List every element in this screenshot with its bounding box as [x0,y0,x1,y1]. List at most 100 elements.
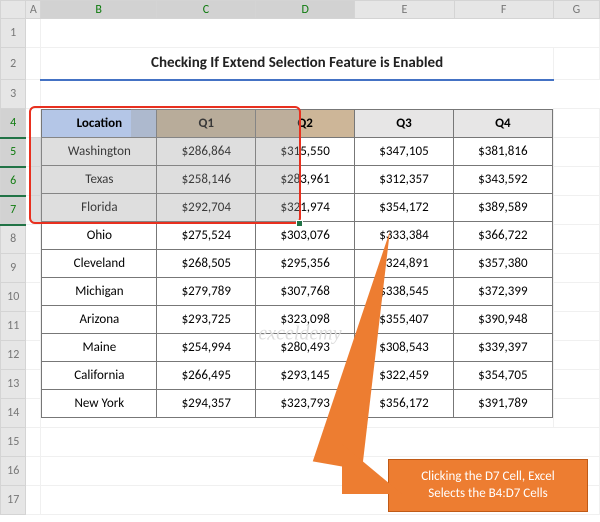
row-16[interactable]: 16 [1,457,26,486]
cell[interactable]: $372,399 [453,277,552,305]
cell[interactable]: $357,380 [453,249,552,277]
cell[interactable] [26,225,41,254]
title-cell[interactable]: Checking If Extend Selection Feature is … [41,48,553,80]
cell[interactable] [553,399,599,428]
row-2[interactable]: 2 [1,48,26,80]
cell[interactable]: $275,524 [157,221,256,249]
cell[interactable]: $391,789 [453,389,552,417]
cell[interactable] [26,196,41,225]
cell[interactable]: $307,768 [256,277,355,305]
cell[interactable]: Ohio [42,221,157,249]
header-q4[interactable]: Q4 [453,109,552,137]
row-10[interactable]: 10 [1,283,26,312]
cell[interactable] [553,341,599,370]
cell[interactable]: $292,704 [157,193,256,221]
cell[interactable]: $354,705 [453,361,552,389]
row-12[interactable]: 12 [1,341,26,370]
cell[interactable] [553,196,599,225]
row-1[interactable]: 1 [1,19,26,48]
col-G[interactable]: G [553,1,599,19]
cell[interactable] [553,48,599,80]
cell[interactable] [26,283,41,312]
cell[interactable] [553,138,599,167]
cell[interactable]: $366,722 [453,221,552,249]
cell[interactable]: Florida [42,193,157,221]
cell[interactable]: Cleveland [42,249,157,277]
row-3[interactable]: 3 [1,80,26,109]
cell[interactable] [26,486,41,515]
cell[interactable]: $286,864 [157,137,256,165]
cell[interactable]: $354,172 [355,193,454,221]
header-q3[interactable]: Q3 [355,109,454,137]
spreadsheet-grid[interactable]: A B C D E F G 1 2 Checking If Extend Sel… [0,0,600,515]
col-A[interactable]: A [26,1,41,19]
col-E[interactable]: E [355,1,454,19]
cell[interactable]: $254,994 [157,333,256,361]
cell[interactable]: Washington [42,137,157,165]
cell[interactable] [41,80,600,109]
cell[interactable] [26,370,41,399]
cell[interactable] [26,457,41,486]
cell[interactable] [26,80,41,109]
cell[interactable]: $303,076 [256,221,355,249]
col-C[interactable]: C [156,1,255,19]
cell[interactable] [41,19,600,48]
cell[interactable]: $283,961 [256,165,355,193]
row-13[interactable]: 13 [1,370,26,399]
cell[interactable]: Texas [42,165,157,193]
cell[interactable]: $295,356 [256,249,355,277]
cell[interactable] [26,19,41,48]
cell[interactable] [553,225,599,254]
row-17[interactable]: 17 [1,486,26,515]
cell[interactable] [26,254,41,283]
cell[interactable] [26,428,41,457]
row-9[interactable]: 9 [1,254,26,283]
cell[interactable] [26,399,41,428]
cell[interactable]: $266,495 [157,361,256,389]
header-q2[interactable]: Q2 [256,109,355,137]
fill-handle[interactable] [296,220,303,227]
select-all-corner[interactable] [1,1,26,19]
row-4[interactable]: 4 [1,109,26,138]
row-5[interactable]: 5 [1,138,26,167]
cell[interactable]: California [42,361,157,389]
cell[interactable]: $321,974 [256,193,355,221]
cell[interactable]: $343,592 [453,165,552,193]
cell[interactable]: $315,550 [256,137,355,165]
cell[interactable]: Michigan [42,277,157,305]
cell[interactable]: $293,725 [157,305,256,333]
cell[interactable] [26,109,41,138]
cell[interactable]: Arizona [42,305,157,333]
cell[interactable] [26,341,41,370]
col-D[interactable]: D [256,1,355,19]
cell[interactable]: $389,589 [453,193,552,221]
cell[interactable]: $268,505 [157,249,256,277]
cell[interactable]: $279,789 [157,277,256,305]
row-11[interactable]: 11 [1,312,26,341]
cell[interactable] [553,109,599,138]
cell[interactable]: $258,146 [157,165,256,193]
row-6[interactable]: 6 [1,167,26,196]
cell[interactable]: $339,397 [453,333,552,361]
cell[interactable]: $381,816 [453,137,552,165]
row-14[interactable]: 14 [1,399,26,428]
cell[interactable] [553,283,599,312]
row-8[interactable]: 8 [1,225,26,254]
cell[interactable]: $294,357 [157,389,256,417]
cell[interactable] [26,138,41,167]
cell[interactable] [553,254,599,283]
cell[interactable] [553,370,599,399]
cell[interactable]: $390,948 [453,305,552,333]
cell[interactable]: New York [42,389,157,417]
cell[interactable] [26,312,41,341]
col-B[interactable]: B [41,1,156,19]
row-15[interactable]: 15 [1,428,26,457]
cell[interactable] [553,312,599,341]
col-F[interactable]: F [454,1,553,19]
header-location[interactable]: Location [42,109,157,137]
row-7[interactable]: 7 [1,196,26,225]
cell[interactable]: Maine [42,333,157,361]
cell[interactable] [553,167,599,196]
cell[interactable]: $347,105 [355,137,454,165]
cell[interactable] [26,167,41,196]
